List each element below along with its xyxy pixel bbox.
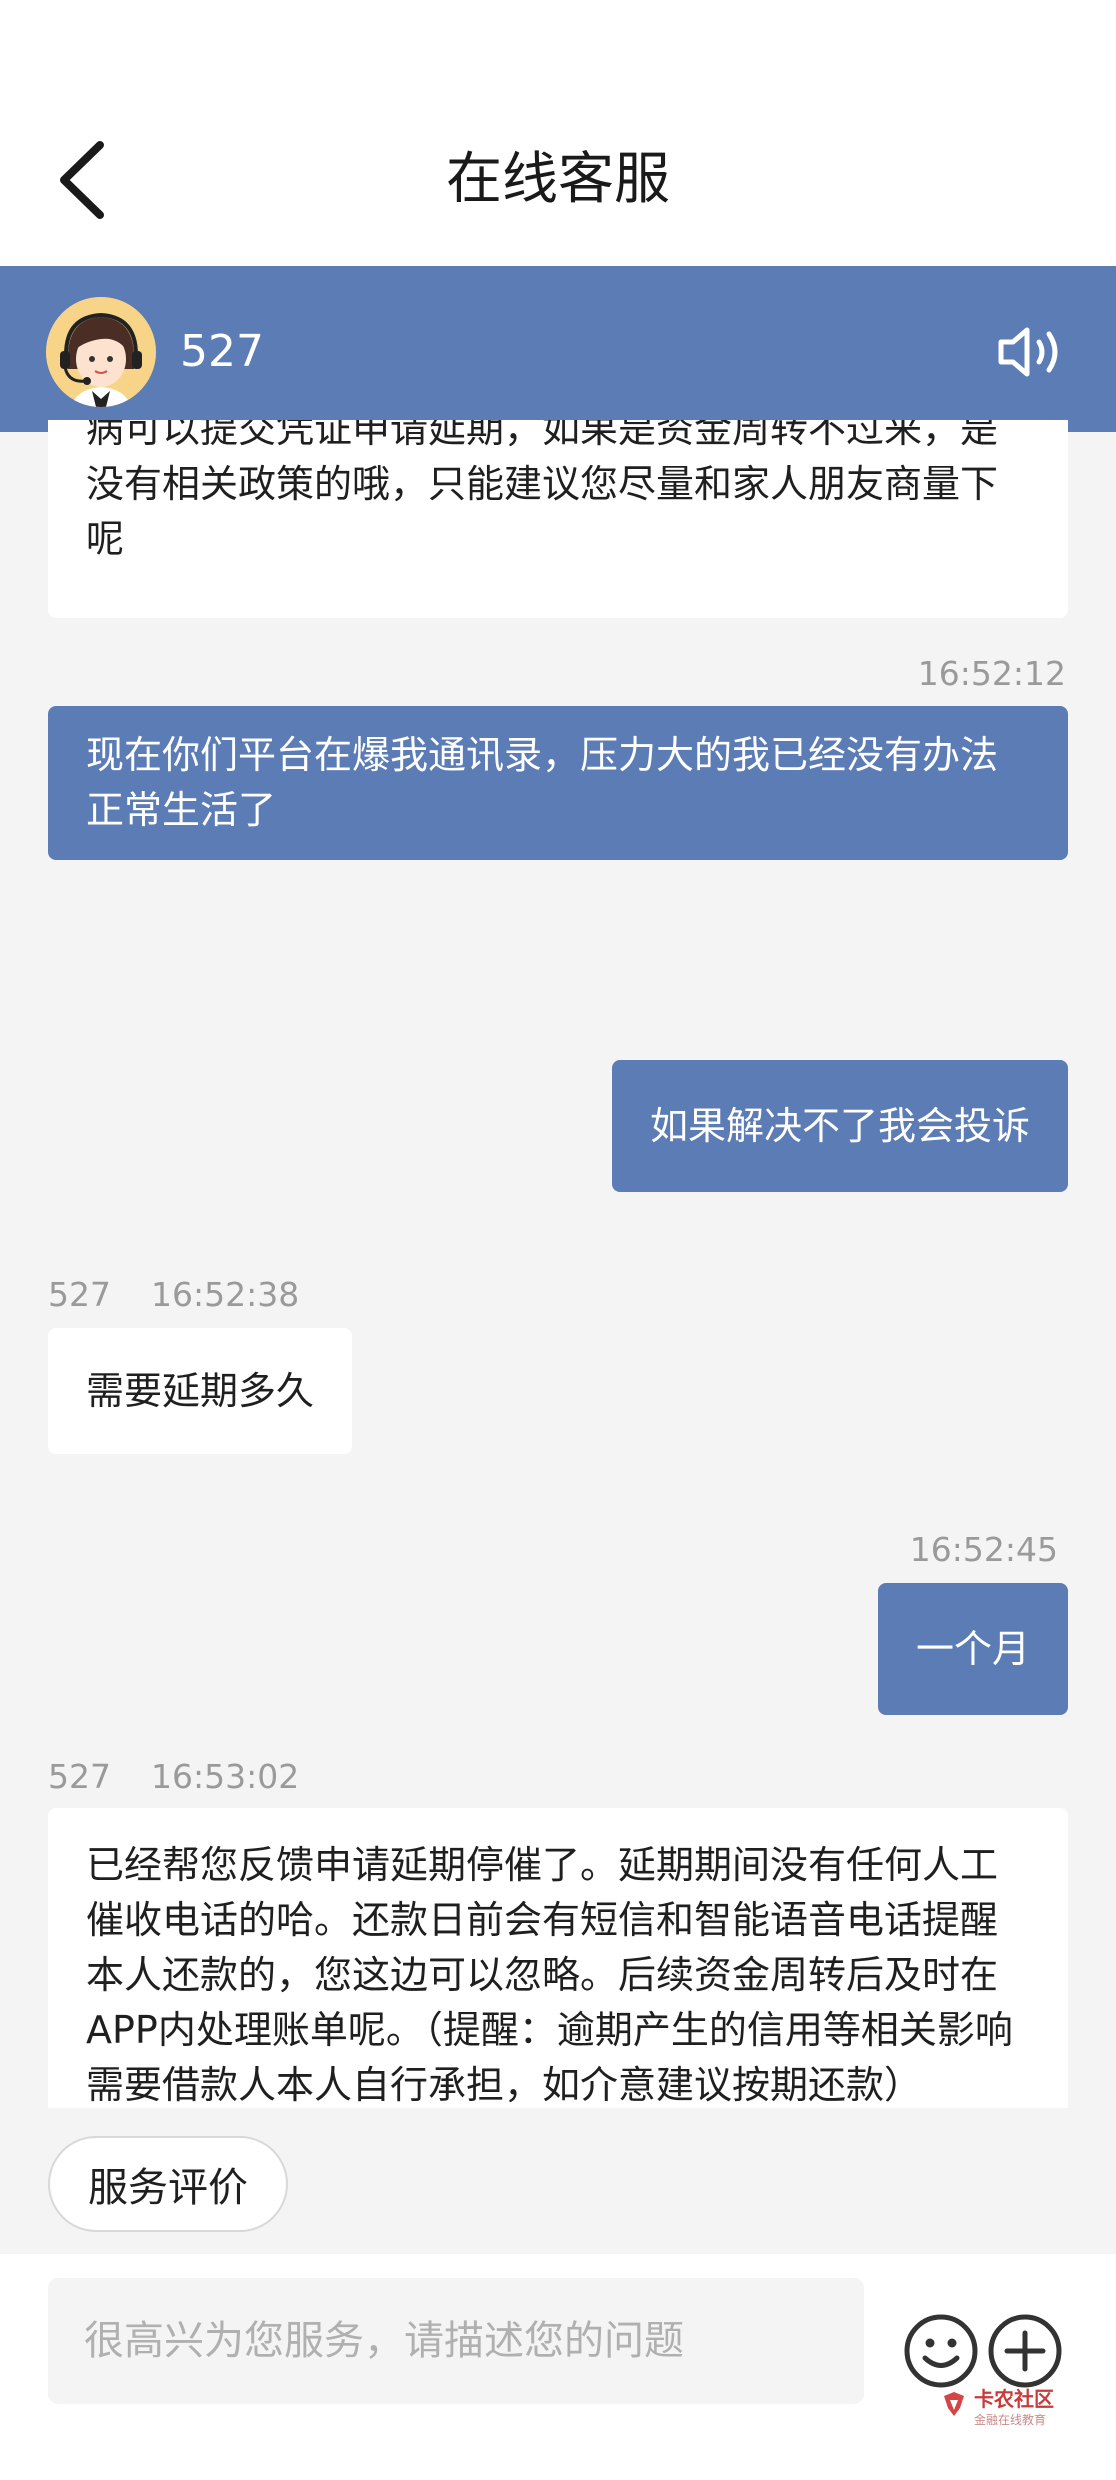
message-bubble-agent: 已经帮您反馈申请延期停催了。延期期间没有任何人工催收电话的哈。还款日前会有短信和… [48, 1808, 1068, 2108]
message-bubble-agent: 病可以提交凭证申请延期，如果是资金周转不过来，是没有相关政策的哦，只能建议您尽量… [48, 420, 1068, 618]
smiley-icon[interactable] [903, 2313, 979, 2389]
top-bar [0, 0, 1116, 266]
message-bubble-user: 一个月 [877, 1583, 1068, 1715]
agent-bar [0, 266, 1116, 432]
message-text: 病可以提交凭证申请延期，如果是资金周转不过来，是没有相关政策的哦，只能建议您尽量… [86, 420, 999, 561]
message-meta: 527 16:53:02 [48, 1755, 299, 1799]
message-bubble-user: 现在你们平台在爆我通讯录，压力大的我已经没有办法正常生活了 [48, 706, 1068, 860]
message-text: 需要延期多久 [86, 1368, 315, 1413]
watermark-logo-icon [944, 2392, 964, 2416]
service-rating-button[interactable]: 服务评价 [48, 2136, 288, 2232]
page-title: 在线客服 [446, 147, 670, 212]
watermark-subtext: 金融在线教育 [974, 2413, 1047, 2427]
message-meta: 527 16:52:38 [48, 1273, 299, 1317]
speaker-icon[interactable] [995, 322, 1067, 382]
message-timestamp: 16:52:12 [917, 654, 1066, 693]
watermark-text: 卡农社区 [974, 2387, 1054, 2411]
sender-name: 527 [48, 1275, 111, 1314]
message-timestamp: 16:52:38 [151, 1275, 300, 1314]
message-text: 现在你们平台在爆我通讯录，压力大的我已经没有办法正常生活了 [86, 733, 999, 832]
message-input[interactable] [48, 2278, 864, 2404]
message-text: 如果解决不了我会投诉 [649, 1103, 1030, 1148]
message-bubble-agent: 需要延期多久 [48, 1328, 353, 1454]
message-text: 已经帮您反馈申请延期停催了。延期期间没有任何人工催收电话的哈。还款日前会有短信和… [86, 1843, 1013, 2107]
message-bubble-user: 如果解决不了我会投诉 [611, 1060, 1068, 1192]
agent-name: 527 [180, 326, 264, 377]
sender-name: 527 [48, 1757, 111, 1796]
message-text: 一个月 [915, 1626, 1030, 1671]
message-timestamp: 16:52:45 [909, 1530, 1058, 1569]
plus-circle-icon[interactable] [987, 2313, 1063, 2389]
agent-avatar-icon [46, 297, 156, 407]
message-timestamp: 16:53:02 [151, 1757, 300, 1796]
